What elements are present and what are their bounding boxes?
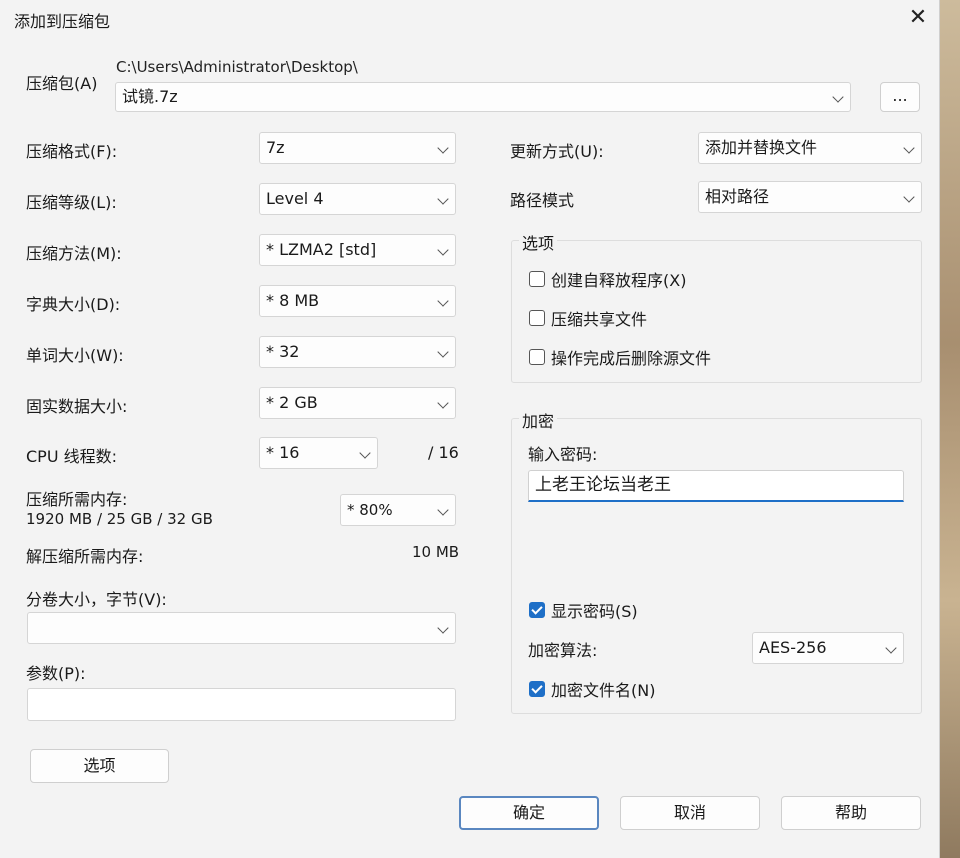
ok-button[interactable]: 确定 xyxy=(459,796,599,830)
archive-path: C:\Users\Administrator\Desktop\ xyxy=(116,58,358,76)
options-button[interactable]: 选项 xyxy=(30,749,169,783)
chevron-down-icon xyxy=(439,506,447,514)
encrypt-filenames-label: 加密文件名(N) xyxy=(551,681,656,700)
chevron-down-icon xyxy=(439,246,447,254)
format-label: 压缩格式(F): xyxy=(26,142,118,161)
level-select[interactable]: Level 4 xyxy=(259,183,456,215)
encryption-group-title: 加密 xyxy=(519,408,558,432)
password-input[interactable]: 上老王论坛当老王 xyxy=(528,470,904,502)
format-value: 7z xyxy=(266,138,285,157)
solid-block-label: 固实数据大小: xyxy=(26,397,128,416)
cpu-threads-select[interactable]: * 16 xyxy=(259,437,378,469)
encryption-method-label: 加密算法: xyxy=(528,641,598,660)
cpu-threads-max: / 16 xyxy=(428,443,459,462)
checkbox-unchecked-icon xyxy=(529,271,545,287)
chevron-down-icon xyxy=(887,644,895,652)
encryption-method-value: AES-256 xyxy=(759,638,827,657)
path-mode-value: 相对路径 xyxy=(705,187,770,206)
word-size-select[interactable]: * 32 xyxy=(259,336,456,368)
path-mode-label: 路径模式 xyxy=(510,191,575,210)
desktop-background xyxy=(938,0,960,858)
show-password-checkbox[interactable]: 显示密码(S) xyxy=(529,598,638,622)
archive-name-value: 试镜.7z xyxy=(122,87,178,106)
memory-usage-value: * 80% xyxy=(347,501,393,519)
level-value: Level 4 xyxy=(266,189,324,208)
close-icon[interactable]: ✕ xyxy=(903,4,933,32)
checkbox-checked-icon xyxy=(529,681,545,697)
update-mode-label: 更新方式(U): xyxy=(510,142,604,161)
method-select[interactable]: * LZMA2 [std] xyxy=(259,234,456,266)
chevron-down-icon xyxy=(439,195,447,203)
parameters-input[interactable] xyxy=(27,688,456,721)
chevron-down-icon xyxy=(439,399,447,407)
chevron-down-icon xyxy=(439,348,447,356)
cancel-button[interactable]: 取消 xyxy=(620,796,760,830)
dictionary-label: 字典大小(D): xyxy=(26,295,121,314)
compress-shared-label: 压缩共享文件 xyxy=(551,310,648,329)
dictionary-select[interactable]: * 8 MB xyxy=(259,285,456,317)
decompress-memory-label: 解压缩所需内存: xyxy=(26,547,144,566)
help-button[interactable]: 帮助 xyxy=(781,796,921,830)
show-password-label: 显示密码(S) xyxy=(551,602,638,621)
chevron-down-icon xyxy=(439,144,447,152)
word-size-label: 单词大小(W): xyxy=(26,346,124,365)
encryption-method-select[interactable]: AES-256 xyxy=(752,632,904,664)
chevron-down-icon xyxy=(905,144,913,152)
options-group-title: 选项 xyxy=(519,230,558,254)
path-mode-select[interactable]: 相对路径 xyxy=(698,181,922,213)
archive-name-combo[interactable]: 试镜.7z xyxy=(115,82,851,112)
browse-button[interactable]: ... xyxy=(880,82,920,112)
dictionary-value: * 8 MB xyxy=(266,291,320,310)
chevron-down-icon xyxy=(439,297,447,305)
volume-size-combo[interactable] xyxy=(27,612,456,644)
update-mode-value: 添加并替换文件 xyxy=(705,138,818,157)
level-label: 压缩等级(L): xyxy=(26,193,117,212)
parameters-label: 参数(P): xyxy=(26,664,86,683)
checkbox-unchecked-icon xyxy=(529,310,545,326)
format-select[interactable]: 7z xyxy=(259,132,456,164)
memory-usage-select[interactable]: * 80% xyxy=(340,494,456,526)
cpu-threads-value: * 16 xyxy=(266,443,300,462)
method-label: 压缩方法(M): xyxy=(26,244,122,263)
word-size-value: * 32 xyxy=(266,342,300,361)
memory-label: 压缩所需内存: xyxy=(26,490,128,509)
checkbox-checked-icon xyxy=(529,602,545,618)
create-sfx-checkbox[interactable]: 创建自释放程序(X) xyxy=(529,267,686,291)
chevron-down-icon xyxy=(834,93,842,101)
solid-block-value: * 2 GB xyxy=(266,393,318,412)
password-label: 输入密码: xyxy=(528,445,598,464)
memory-detail: 1920 MB / 25 GB / 32 GB xyxy=(26,510,213,528)
decompress-memory-value: 10 MB xyxy=(412,543,460,561)
chevron-down-icon xyxy=(905,193,913,201)
archive-label: 压缩包(A) xyxy=(26,74,98,93)
checkbox-unchecked-icon xyxy=(529,349,545,365)
update-mode-select[interactable]: 添加并替换文件 xyxy=(698,132,922,164)
delete-after-label: 操作完成后删除源文件 xyxy=(551,349,712,368)
method-value: * LZMA2 [std] xyxy=(266,240,377,259)
create-sfx-label: 创建自释放程序(X) xyxy=(551,271,687,290)
volume-size-label: 分卷大小，字节(V): xyxy=(26,590,167,609)
add-to-archive-dialog: 添加到压缩包 ✕ 压缩包(A) C:\Users\Administrator\D… xyxy=(0,0,940,858)
title-bar: 添加到压缩包 ✕ xyxy=(0,0,940,38)
encrypt-filenames-checkbox[interactable]: 加密文件名(N) xyxy=(529,677,655,701)
chevron-down-icon xyxy=(361,449,369,457)
solid-block-select[interactable]: * 2 GB xyxy=(259,387,456,419)
chevron-down-icon xyxy=(439,624,447,632)
compress-shared-checkbox[interactable]: 压缩共享文件 xyxy=(529,306,647,330)
delete-after-checkbox[interactable]: 操作完成后删除源文件 xyxy=(529,345,711,369)
dialog-title: 添加到压缩包 xyxy=(14,12,111,31)
cpu-threads-label: CPU 线程数: xyxy=(26,447,118,466)
